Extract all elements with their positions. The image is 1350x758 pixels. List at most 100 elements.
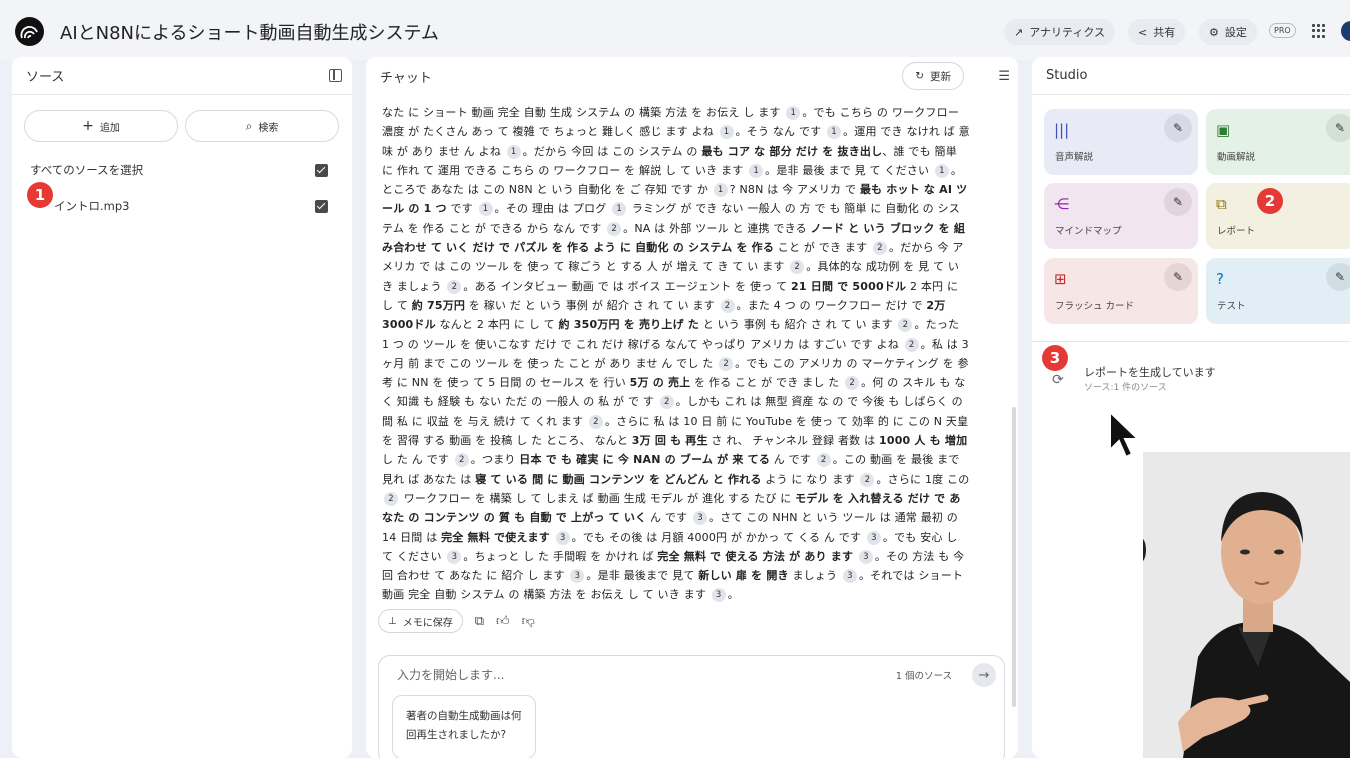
apps-grid-icon[interactable] bbox=[1312, 24, 1326, 38]
collapse-panel-icon[interactable] bbox=[329, 69, 342, 82]
citation-chip[interactable]: 1 bbox=[506, 144, 521, 159]
citation-chip[interactable]: 2 bbox=[860, 472, 875, 487]
send-button[interactable]: → bbox=[972, 663, 996, 687]
settings-label: 設定 bbox=[1224, 26, 1247, 39]
text-segment: なんと 2 本円 に し て bbox=[435, 318, 559, 332]
chat-input-box[interactable]: 入力を開始します... 1 個のソース → 著者の自動生成動画は何回再生されまし… bbox=[378, 655, 1005, 758]
citation-chip[interactable]: 2 bbox=[607, 221, 622, 236]
citation-chip[interactable]: 2 bbox=[790, 260, 805, 275]
studio-tile-mindmap[interactable]: ⋲ マインドマップ ✎ bbox=[1044, 183, 1198, 249]
refresh-button[interactable]: ↻ 更新 bbox=[902, 62, 964, 90]
citation-chip[interactable]: 3 bbox=[693, 511, 707, 526]
studio-tile-label: 動画解説 bbox=[1217, 152, 1256, 163]
citation-chip[interactable]: 1 bbox=[934, 163, 949, 178]
studio-tile-label: マインドマップ bbox=[1055, 226, 1122, 237]
flashcard-icon: ⊞ bbox=[1054, 270, 1067, 288]
avatar[interactable] bbox=[1341, 21, 1350, 41]
citation-chip[interactable]: 1 bbox=[478, 202, 493, 217]
citation-chip[interactable]: 2 bbox=[872, 241, 887, 256]
studio-tile-label: レポート bbox=[1217, 226, 1256, 237]
citation-chip[interactable]: 3 bbox=[447, 549, 462, 564]
select-all-checkbox[interactable] bbox=[315, 163, 328, 177]
webcam-overlay bbox=[1143, 452, 1350, 758]
citation-chip[interactable]: 2 bbox=[659, 395, 674, 410]
select-all-row[interactable]: すべてのソースを選択 bbox=[30, 160, 334, 180]
citation-chip[interactable]: 2 bbox=[816, 453, 831, 468]
bold-text: 約 350万円 を 売り上げ た bbox=[558, 318, 699, 332]
tune-settings-icon[interactable]: ☰ bbox=[998, 69, 1010, 84]
text-segment: 。そう なん です bbox=[735, 125, 826, 139]
mouse-cursor-icon bbox=[1109, 410, 1141, 459]
notebook-title[interactable]: AIとN8Nによるショート動画自動生成システム bbox=[60, 19, 439, 45]
text-segment bbox=[853, 550, 857, 563]
text-segment: 。でも その後 は 月額 4000円 が かかっ て くる ん です bbox=[571, 530, 865, 544]
citation-chip[interactable]: 2 bbox=[588, 414, 603, 429]
generating-title: レポートを生成しています bbox=[1084, 366, 1216, 379]
citation-chip[interactable]: 3 bbox=[858, 549, 873, 564]
add-label: 追加 bbox=[99, 122, 120, 134]
citation-chip[interactable]: 3 bbox=[866, 530, 881, 545]
select-all-label: すべてのソースを選択 bbox=[30, 163, 144, 177]
text-segment: こと が でき ます bbox=[774, 241, 871, 255]
citation-chip[interactable]: 2 bbox=[845, 376, 860, 391]
citation-chip[interactable]: 2 bbox=[454, 453, 469, 468]
save-to-note-button[interactable]: ⊥ メモに保存 bbox=[378, 609, 463, 633]
citation-chip[interactable]: 3 bbox=[555, 530, 570, 545]
citation-chip[interactable]: 1 bbox=[749, 163, 764, 178]
citation-chip[interactable]: 2 bbox=[904, 337, 919, 352]
bold-text: 21 日間 で 5000ドル bbox=[791, 279, 907, 293]
citation-chip[interactable]: 1 bbox=[786, 106, 801, 120]
citation-chip[interactable]: 1 bbox=[827, 125, 842, 140]
citation-chip[interactable]: 2 bbox=[720, 298, 735, 313]
citation-chip[interactable]: 1 bbox=[719, 125, 734, 140]
suggested-question[interactable]: 著者の自動生成動画は何回再生されましたか? bbox=[392, 695, 536, 758]
chat-scrollbar[interactable] bbox=[1012, 407, 1016, 707]
citation-chip[interactable]: 2 bbox=[384, 491, 398, 506]
response-actions: ⊥ メモに保存 ⧉ 👍︎ 👎︎ bbox=[378, 609, 535, 633]
audio-icon: ||| bbox=[1054, 121, 1070, 139]
text-segment: ん です bbox=[646, 511, 691, 525]
search-sources-button[interactable]: ⌕ 検索 bbox=[185, 110, 339, 142]
arrow-right-icon: → bbox=[978, 667, 990, 683]
edit-pencil-icon[interactable]: ✎ bbox=[1164, 263, 1192, 291]
text-segment: 。 bbox=[727, 588, 739, 602]
copy-icon[interactable]: ⧉ bbox=[475, 614, 484, 629]
source-item[interactable]: イントロ.mp3 bbox=[30, 196, 334, 216]
text-segment: ん です bbox=[770, 453, 815, 467]
add-source-button[interactable]: + 追加 bbox=[24, 110, 178, 142]
edit-pencil-icon[interactable]: ✎ bbox=[1164, 114, 1192, 142]
citation-chip[interactable]: 3 bbox=[711, 588, 726, 603]
text-segment: ワークフロー を 構築 し て しまえ ば 動画 生成 モデル が 進化 する … bbox=[400, 491, 796, 505]
thumbs-down-icon[interactable]: 👎︎ bbox=[522, 614, 535, 629]
studio-tile-quiz[interactable]: ? テスト ✎ bbox=[1206, 258, 1350, 324]
text-segment: 。さらに 1度 この bbox=[876, 472, 970, 486]
sources-panel: ソース + 追加 ⌕ 検索 すべてのソースを選択 イントロ.mp3 bbox=[12, 57, 352, 758]
citation-chip[interactable]: 3 bbox=[842, 569, 857, 584]
share-button[interactable]: < 共有 bbox=[1128, 19, 1186, 45]
chat-input[interactable]: 入力を開始します... bbox=[397, 666, 504, 683]
citation-chip[interactable]: 2 bbox=[719, 356, 734, 371]
citation-chip[interactable]: 1 bbox=[612, 202, 627, 217]
analytics-button[interactable]: ↗ アナリティクス bbox=[1004, 19, 1116, 45]
text-segment: と いう 事例 も 紹介 さ れ て い ます bbox=[699, 318, 897, 332]
app-logo-icon[interactable] bbox=[15, 17, 44, 46]
studio-tile-audio[interactable]: ||| 音声解説 ✎ bbox=[1044, 109, 1198, 175]
studio-tile-video[interactable]: ▣ 動画解説 ✎ bbox=[1206, 109, 1350, 175]
search-sparkle-icon: ⌕ bbox=[245, 118, 253, 133]
citation-chip[interactable]: 1 bbox=[713, 183, 728, 198]
studio-tile-flashcard[interactable]: ⊞ フラッシュ カード ✎ bbox=[1044, 258, 1198, 324]
sources-title: ソース bbox=[26, 70, 65, 85]
edit-pencil-icon[interactable]: ✎ bbox=[1326, 114, 1350, 142]
sources-header: ソース bbox=[12, 57, 352, 95]
edit-pencil-icon[interactable]: ✎ bbox=[1326, 263, 1350, 291]
source-item-checkbox[interactable] bbox=[315, 199, 328, 213]
thumbs-up-icon[interactable]: 👍︎ bbox=[496, 614, 510, 629]
citation-chip[interactable]: 2 bbox=[447, 279, 462, 294]
text-segment: 。だから 今回 は この システム の bbox=[522, 144, 702, 158]
presenter-image bbox=[1143, 452, 1350, 758]
edit-pencil-icon[interactable]: ✎ bbox=[1164, 188, 1192, 216]
citation-chip[interactable]: 3 bbox=[570, 569, 585, 584]
citation-chip[interactable]: 2 bbox=[898, 318, 913, 333]
settings-button[interactable]: ⚙ 設定 bbox=[1199, 19, 1257, 45]
bold-text: 新しい 扉 を 開き bbox=[698, 569, 789, 583]
